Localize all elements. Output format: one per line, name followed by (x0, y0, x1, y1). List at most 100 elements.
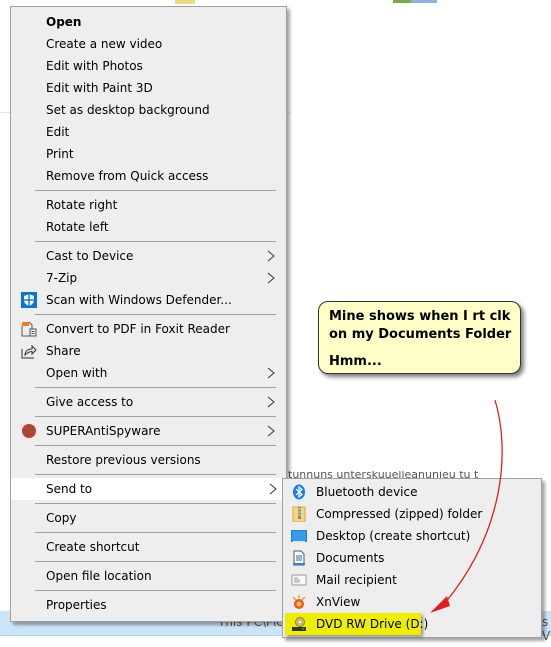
send-to-compressed-folder[interactable]: Compressed (zipped) folder (285, 503, 537, 525)
submenu-item-label: Compressed (zipped) folder (316, 507, 483, 521)
annotation-callout: Mine shows when I rt clk on my Documents… (318, 301, 521, 374)
menu-item-label: 7-Zip (46, 271, 78, 285)
menu-item-convert-pdf-foxit[interactable]: Convert to PDF in Foxit Reader (13, 318, 284, 340)
chevron-right-icon (267, 396, 275, 408)
menu-item-label: Scan with Windows Defender... (46, 293, 232, 307)
menu-item-open-with[interactable]: Open with (13, 362, 284, 384)
menu-item-label: Set as desktop background (46, 103, 210, 117)
zip-folder-icon (292, 506, 306, 522)
send-to-dvd-rw-drive[interactable]: DVD RW Drive (D:) (285, 613, 428, 635)
menu-item-restore-previous-versions[interactable]: Restore previous versions (13, 449, 284, 471)
menu-item-label: Open with (46, 366, 108, 380)
superantispyware-icon (21, 423, 37, 439)
chevron-right-icon (267, 250, 275, 262)
menu-separator (35, 474, 276, 475)
send-to-documents[interactable]: Documents (285, 547, 537, 569)
menu-item-set-desktop-background[interactable]: Set as desktop background (13, 99, 284, 121)
menu-item-copy[interactable]: Copy (13, 507, 284, 529)
menu-item-edit[interactable]: Edit (13, 121, 284, 143)
send-to-bluetooth[interactable]: Bluetooth device (285, 481, 537, 503)
menu-item-label: Remove from Quick access (46, 169, 209, 183)
share-icon (21, 343, 37, 359)
submenu-item-label: Documents (316, 551, 385, 565)
submenu-item-label: XnView (316, 595, 361, 609)
menu-item-give-access[interactable]: Give access to (13, 391, 284, 413)
menu-separator (35, 190, 276, 191)
send-to-desktop[interactable]: Desktop (create shortcut) (285, 525, 537, 547)
menu-item-7zip[interactable]: 7-Zip (13, 267, 284, 289)
foxit-pdf-icon (21, 321, 37, 337)
menu-item-edit-photos[interactable]: Edit with Photos (13, 55, 284, 77)
menu-item-remove-quick-access[interactable]: Remove from Quick access (13, 165, 284, 187)
menu-item-label: Convert to PDF in Foxit Reader (46, 322, 230, 336)
menu-item-rotate-left[interactable]: Rotate left (13, 216, 284, 238)
menu-item-label: Edit with Photos (46, 59, 143, 73)
menu-item-label: Open file location (46, 569, 152, 583)
menu-separator (35, 503, 276, 504)
menu-separator (35, 590, 276, 591)
menu-item-label: Rotate left (46, 220, 109, 234)
menu-item-label: Edit (46, 125, 70, 139)
menu-item-open-file-location[interactable]: Open file location (13, 565, 284, 587)
documents-icon (293, 550, 305, 566)
menu-item-open[interactable]: Open (13, 11, 284, 33)
send-to-xnview[interactable]: XnView (285, 591, 537, 613)
menu-item-properties[interactable]: Properties (13, 594, 284, 616)
menu-item-label: Create shortcut (46, 540, 140, 554)
send-to-submenu: Bluetooth device Compressed (zipped) fol… (282, 478, 542, 638)
menu-item-label: Give access to (46, 395, 134, 409)
menu-item-create-video[interactable]: Create a new video (13, 33, 284, 55)
menu-separator (35, 416, 276, 417)
chevron-right-icon (269, 483, 277, 495)
menu-separator (35, 561, 276, 562)
status-path-right: s V (542, 615, 551, 643)
desktop-icon (291, 530, 307, 542)
menu-item-label: Properties (46, 598, 107, 612)
menu-item-label: Send to (46, 482, 93, 496)
xnview-icon (292, 595, 306, 609)
menu-item-label: Create a new video (46, 37, 163, 51)
bluetooth-icon (293, 484, 305, 500)
menu-item-create-shortcut[interactable]: Create shortcut (13, 536, 284, 558)
background-thumbnail (411, 0, 437, 3)
send-to-mail-recipient[interactable]: Mail recipient (285, 569, 537, 591)
submenu-item-label: Desktop (create shortcut) (316, 529, 471, 543)
callout-line-1: Mine shows when I rt clk (329, 309, 511, 324)
submenu-item-label: Bluetooth device (316, 485, 418, 499)
menu-item-edit-paint3d[interactable]: Edit with Paint 3D (13, 77, 284, 99)
context-menu: Open Create a new video Edit with Photos… (10, 6, 287, 622)
submenu-item-label: Mail recipient (316, 573, 397, 587)
menu-item-label: Cast to Device (46, 249, 134, 263)
menu-item-label: SUPERAntiSpyware (46, 424, 161, 438)
menu-item-label: Copy (46, 511, 77, 525)
menu-item-rotate-right[interactable]: Rotate right (13, 194, 284, 216)
menu-separator (35, 387, 276, 388)
menu-separator (35, 241, 276, 242)
dvd-drive-icon (292, 617, 306, 631)
menu-item-label: Open (46, 15, 82, 29)
menu-item-superantispyware[interactable]: SUPERAntiSpyware (13, 420, 284, 442)
chevron-right-icon (267, 272, 275, 284)
background-thumbnail (175, 0, 195, 4)
background-thumbnail (393, 0, 411, 3)
callout-line-2: on my Documents Folder (329, 327, 512, 342)
menu-item-label: Share (46, 344, 81, 358)
windows-defender-shield-icon (21, 292, 37, 308)
menu-item-share[interactable]: Share (13, 340, 284, 362)
callout-line-3: Hmm... (329, 354, 382, 369)
menu-item-label: Rotate right (46, 198, 118, 212)
menu-separator (35, 532, 276, 533)
menu-item-print[interactable]: Print (13, 143, 284, 165)
submenu-item-label: DVD RW Drive (D:) (316, 617, 429, 631)
menu-item-send-to[interactable]: Send to (11, 478, 286, 500)
chevron-right-icon (267, 425, 275, 437)
chevron-right-icon (267, 367, 275, 379)
menu-item-label: Print (46, 147, 74, 161)
mail-icon (291, 574, 307, 586)
menu-item-label: Edit with Paint 3D (46, 81, 153, 95)
menu-separator (35, 445, 276, 446)
menu-separator (35, 314, 276, 315)
menu-item-label: Restore previous versions (46, 453, 201, 467)
menu-item-scan-defender[interactable]: Scan with Windows Defender... (13, 289, 284, 311)
menu-item-cast-to-device[interactable]: Cast to Device (13, 245, 284, 267)
